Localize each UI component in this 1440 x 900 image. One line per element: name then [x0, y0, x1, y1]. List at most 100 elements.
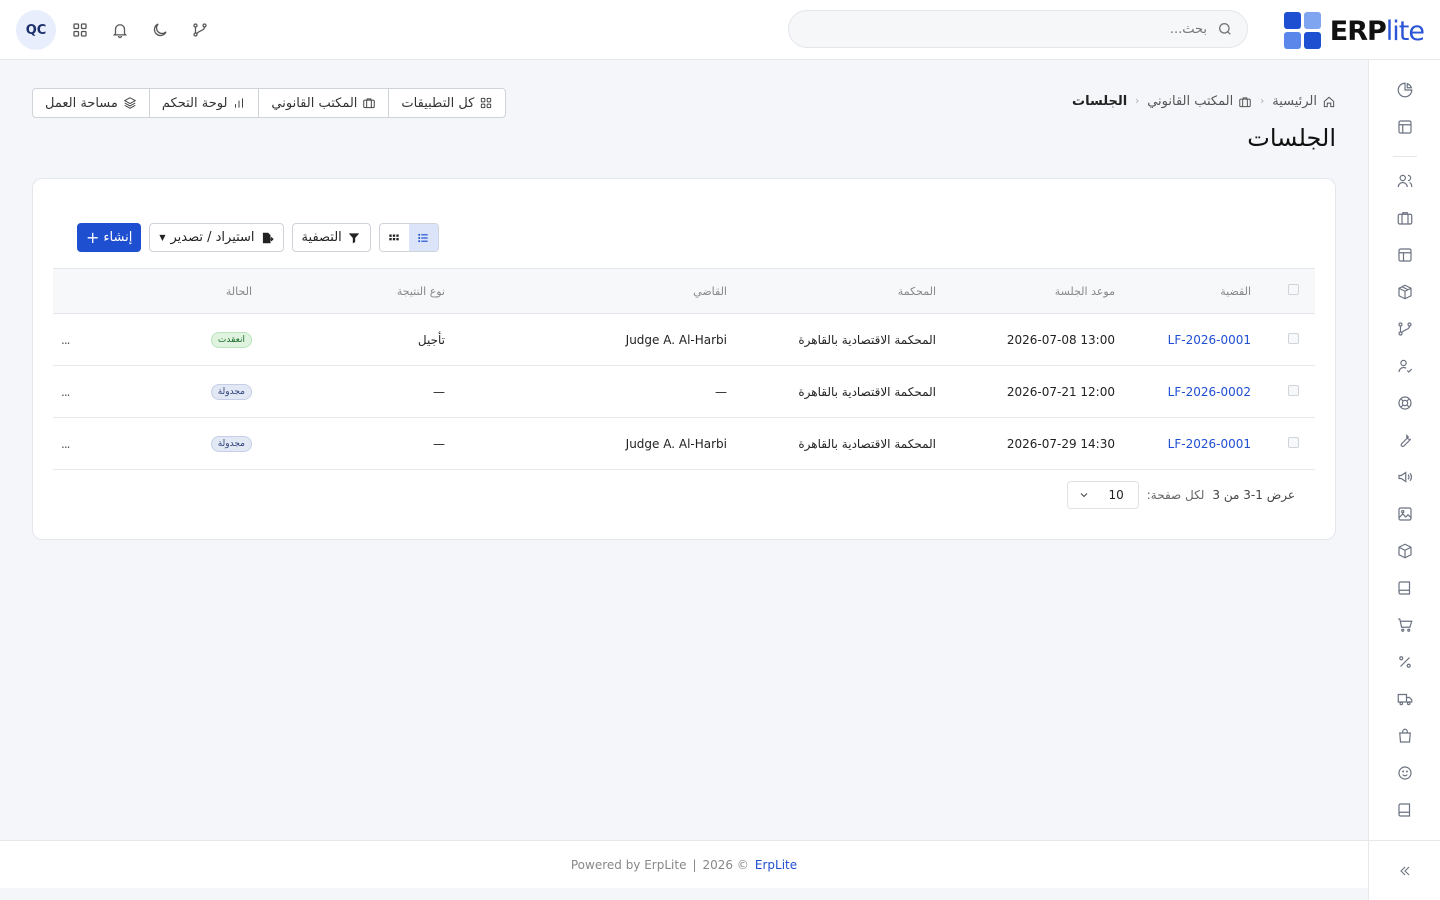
- result-type: تأجيل: [417, 332, 445, 347]
- col-status[interactable]: الحالة: [120, 269, 252, 314]
- dashboard-button[interactable]: لوحة التحكم: [150, 89, 260, 117]
- breadcrumb-separator: ‹: [1260, 96, 1265, 107]
- result-type: —: [433, 384, 445, 399]
- workspace-button[interactable]: مساحة العمل: [33, 89, 150, 117]
- case-link[interactable]: LF-2026-0001: [1168, 437, 1251, 451]
- global-search[interactable]: [788, 10, 1248, 48]
- layout-icon[interactable]: [1393, 115, 1417, 139]
- footer-brand-link[interactable]: ErpLite: [755, 858, 797, 872]
- box-icon[interactable]: [1393, 280, 1417, 304]
- per-page-label: لكل صفحة:: [1146, 488, 1205, 502]
- notebook-icon[interactable]: [1393, 798, 1417, 822]
- table-row[interactable]: LF-2026-0001 2026-07-08 13:00 المحكمة ال…: [53, 314, 1315, 366]
- percent-icon[interactable]: [1393, 650, 1417, 674]
- select-all-cell: [1269, 269, 1315, 314]
- caret-down-icon: ▼: [159, 233, 166, 242]
- court: المحكمة الاقتصادية بالقاهرة: [798, 332, 936, 347]
- breadcrumb: الرئيسية ‹ المكتب القانوني ‹ الجلسات: [1072, 94, 1336, 109]
- table-header-row: القضية موعد الجلسة المحكمة القاضي نوع ال…: [53, 268, 1315, 314]
- breadcrumb-current: الجلسات: [1072, 94, 1128, 109]
- select-all-checkbox[interactable]: [1288, 284, 1299, 295]
- result-type: —: [433, 436, 445, 451]
- collapse-sidebar-icon[interactable]: [1369, 840, 1440, 900]
- briefcase-icon[interactable]: [1393, 206, 1417, 230]
- book-icon[interactable]: [1393, 576, 1417, 600]
- app-logo[interactable]: ERPlite: [1283, 12, 1425, 50]
- court: المحكمة الاقتصادية بالقاهرة: [798, 384, 936, 399]
- col-result-type[interactable]: نوع النتيجة: [252, 269, 445, 314]
- breadcrumb-separator: ‹: [1135, 96, 1140, 107]
- footer: Powered by ErpLite | 2026 © ErpLite: [0, 840, 1368, 888]
- filter-button[interactable]: التصفية: [291, 223, 371, 252]
- judge: Judge A. Al-Harbi: [625, 332, 727, 347]
- table-row[interactable]: LF-2026-0002 2026-07-21 12:00 المحكمة ال…: [53, 366, 1315, 418]
- create-button[interactable]: + إنشاء: [77, 223, 142, 252]
- smile-icon[interactable]: [1393, 761, 1417, 785]
- moon-icon[interactable]: [144, 14, 176, 46]
- plus-icon: +: [86, 227, 100, 247]
- apps-grid-icon[interactable]: [64, 14, 96, 46]
- status-badge: مجدولة: [210, 436, 252, 452]
- status-badge: مجدولة: [210, 384, 252, 400]
- breadcrumb-home[interactable]: الرئيسية: [1272, 94, 1336, 109]
- table-row[interactable]: LF-2026-0001 2026-07-29 14:30 المحكمة ال…: [53, 418, 1315, 470]
- git-branch-icon[interactable]: [184, 14, 216, 46]
- shopping-bag-icon[interactable]: [1393, 724, 1417, 748]
- cart-icon[interactable]: [1393, 613, 1417, 637]
- branch-icon[interactable]: [1393, 317, 1417, 341]
- case-link[interactable]: LF-2026-0002: [1168, 385, 1251, 399]
- pagination-summary: عرض 1-3 من 3: [1212, 488, 1295, 502]
- session-date: 2026-07-21 12:00: [1006, 384, 1115, 399]
- breadcrumb-legal-office[interactable]: المكتب القانوني: [1147, 94, 1252, 109]
- package-icon[interactable]: [1393, 539, 1417, 563]
- support-icon[interactable]: [1393, 391, 1417, 415]
- image-icon[interactable]: [1393, 502, 1417, 526]
- view-toggle: [378, 223, 439, 252]
- row-checkbox[interactable]: [1288, 384, 1299, 396]
- user-avatar[interactable]: QC: [16, 10, 56, 50]
- all-apps-button[interactable]: كل التطبيقات: [389, 89, 505, 117]
- sidebar-divider: [1393, 156, 1417, 157]
- row-actions-button[interactable]: ...: [61, 333, 71, 347]
- pagination: عرض 1-3 من 3 لكل صفحة: 10: [1065, 481, 1295, 509]
- wrench-icon[interactable]: [1393, 428, 1417, 452]
- header-actions: QC: [16, 10, 216, 50]
- legal-office-button[interactable]: المكتب القانوني: [259, 89, 390, 117]
- col-case[interactable]: القضية: [1115, 269, 1269, 314]
- col-session-date[interactable]: موعد الجلسة: [936, 269, 1115, 314]
- truck-icon[interactable]: [1393, 687, 1417, 711]
- list-view-icon[interactable]: [408, 224, 438, 251]
- grid-view-icon[interactable]: [380, 224, 409, 251]
- chevron-down-icon: [1080, 493, 1088, 498]
- col-judge[interactable]: القاضي: [445, 269, 727, 314]
- col-actions: [53, 269, 120, 314]
- layers-icon: [123, 97, 137, 109]
- col-court[interactable]: المحكمة: [727, 269, 936, 314]
- bell-icon[interactable]: [104, 14, 136, 46]
- users-icon[interactable]: [1393, 169, 1417, 193]
- row-actions-button[interactable]: ...: [61, 437, 71, 451]
- briefcase-icon: [363, 98, 376, 109]
- user-check-icon[interactable]: [1393, 354, 1417, 378]
- page-title: الجلسات: [1247, 124, 1336, 152]
- import-export-button[interactable]: استيراد / تصدير ▼: [149, 223, 284, 252]
- sessions-card: + إنشاء استيراد / تصدير ▼ التصفية القضية…: [32, 178, 1336, 540]
- grid-icon: [481, 97, 492, 109]
- top-bar: ERPlite QC: [0, 0, 1440, 60]
- logo-mark: [1283, 12, 1322, 50]
- megaphone-icon[interactable]: [1393, 465, 1417, 489]
- judge: —: [715, 384, 727, 399]
- table-layout-icon[interactable]: [1393, 243, 1417, 267]
- status-badge: انعقدت: [210, 332, 252, 348]
- copyright: 2026 ©: [702, 857, 749, 872]
- row-checkbox[interactable]: [1288, 436, 1299, 448]
- pie-chart-icon[interactable]: [1393, 78, 1417, 102]
- case-link[interactable]: LF-2026-0001: [1168, 333, 1251, 347]
- filter-icon: [348, 232, 360, 243]
- row-actions-button[interactable]: ...: [61, 385, 71, 399]
- footer-divider: |: [692, 857, 697, 872]
- per-page-select[interactable]: 10: [1066, 481, 1139, 509]
- powered-by: Powered by ErpLite: [570, 857, 687, 872]
- row-checkbox[interactable]: [1288, 332, 1299, 344]
- search-input[interactable]: [807, 11, 1207, 47]
